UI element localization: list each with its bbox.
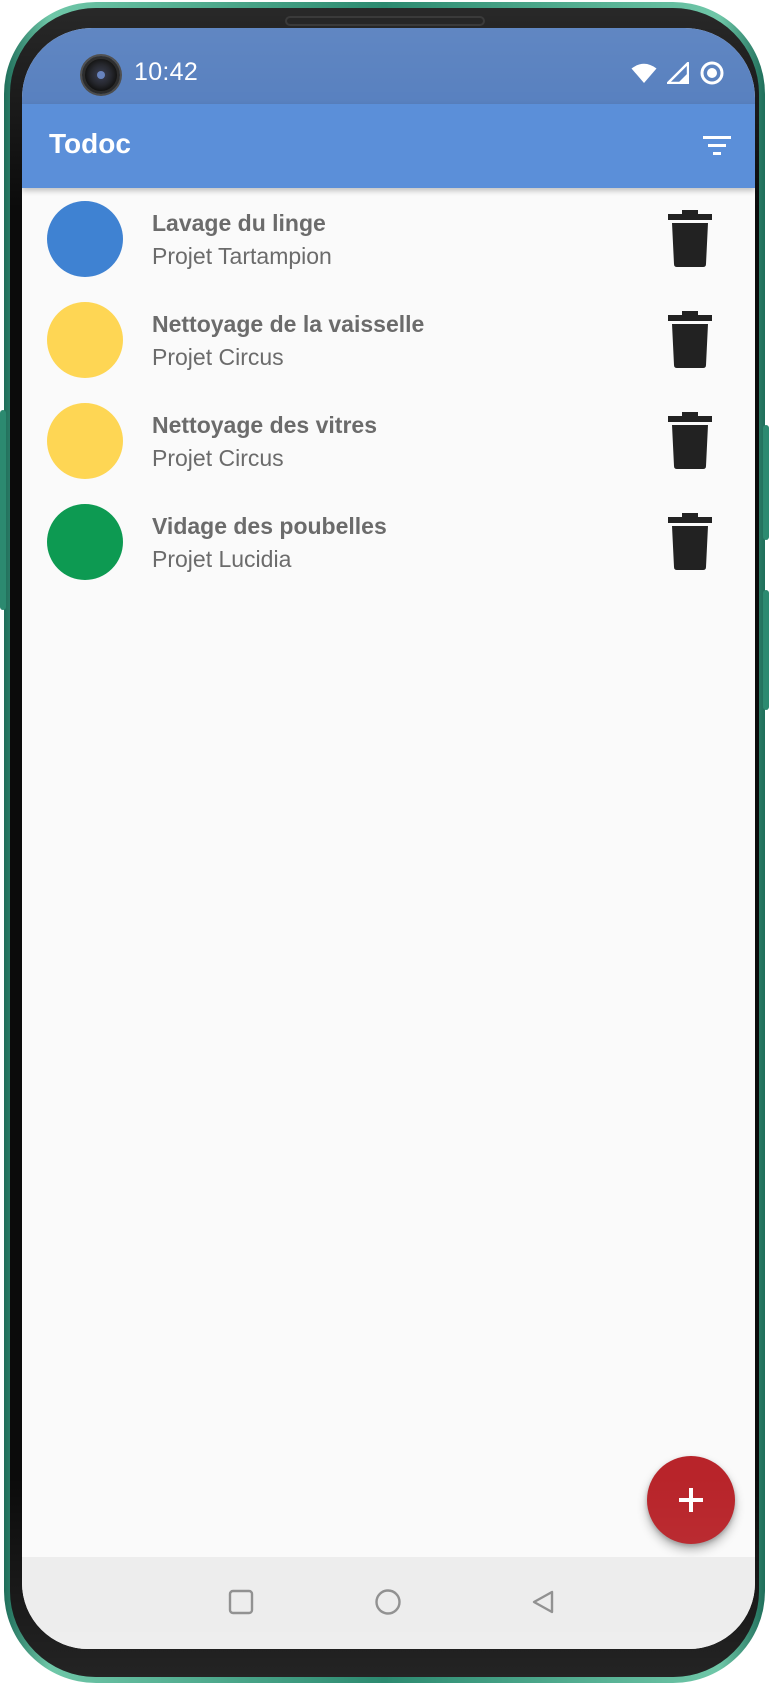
task-project: Projet Lucidia <box>152 546 292 572</box>
screen: 10:42 Todoc Lavage du linge Projet Tarta… <box>22 28 755 1649</box>
wifi-icon <box>631 63 657 83</box>
task-project: Projet Circus <box>152 445 284 471</box>
task-name: Nettoyage de la vaisselle <box>152 311 425 337</box>
app-title: Todoc <box>49 128 131 159</box>
home-circle-icon <box>375 1589 401 1615</box>
trash-icon <box>668 513 712 570</box>
delete-task-button[interactable] <box>666 410 714 470</box>
delete-task-button[interactable] <box>666 208 714 268</box>
recents-button[interactable] <box>226 1587 256 1617</box>
side-button-right-lower <box>763 590 769 710</box>
add-icon <box>679 1488 703 1512</box>
status-icons <box>631 60 725 86</box>
delete-task-button[interactable] <box>666 511 714 571</box>
task-name: Lavage du linge <box>152 210 326 236</box>
status-time: 10:42 <box>134 58 199 86</box>
side-button-left <box>0 410 6 610</box>
back-triangle-icon <box>532 1590 554 1614</box>
front-camera <box>82 56 120 94</box>
project-color-dot <box>47 201 123 277</box>
task-item[interactable]: Vidage des poubelles Projet Lucidia <box>22 491 755 592</box>
trash-icon <box>668 210 712 267</box>
status-bar: 10:42 <box>22 28 755 104</box>
task-item[interactable]: Nettoyage des vitres Projet Circus <box>22 390 755 491</box>
project-color-dot <box>47 504 123 580</box>
task-item[interactable]: Nettoyage de la vaisselle Projet Circus <box>22 289 755 390</box>
phone-bezel: 10:42 Todoc Lavage du linge Projet Tarta… <box>10 8 759 1677</box>
project-color-dot <box>47 302 123 378</box>
task-name: Nettoyage des vitres <box>152 412 377 438</box>
delete-task-button[interactable] <box>666 309 714 369</box>
recents-square-icon <box>228 1589 254 1615</box>
filter-icon <box>703 136 731 155</box>
trash-icon <box>668 311 712 368</box>
add-task-button[interactable] <box>647 1456 735 1544</box>
task-list: Lavage du linge Projet Tartampion Nettoy… <box>22 188 755 592</box>
data-saver-icon <box>700 61 724 85</box>
project-color-dot <box>47 403 123 479</box>
phone-frame: 10:42 Todoc Lavage du linge Projet Tarta… <box>4 2 765 1683</box>
task-project: Projet Tartampion <box>152 243 332 269</box>
earpiece-speaker <box>284 16 485 26</box>
back-button[interactable] <box>528 1587 558 1617</box>
task-name: Vidage des poubelles <box>152 513 387 539</box>
home-button[interactable] <box>373 1587 403 1617</box>
app-bar: Todoc <box>22 104 755 188</box>
filter-button[interactable] <box>697 126 737 166</box>
trash-icon <box>668 412 712 469</box>
cellular-signal-icon <box>667 62 689 84</box>
task-item[interactable]: Lavage du linge Projet Tartampion <box>22 188 755 289</box>
navigation-bar <box>22 1557 755 1649</box>
task-project: Projet Circus <box>152 344 284 370</box>
side-button-right-upper <box>763 425 769 540</box>
